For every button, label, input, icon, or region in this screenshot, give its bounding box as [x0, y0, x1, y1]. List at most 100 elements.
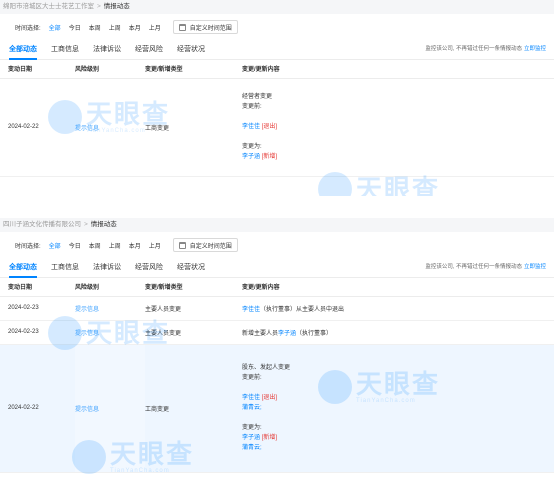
person-link[interactable]: 李子涵 — [242, 435, 260, 441]
row-date: 2024-02-23 — [0, 296, 75, 321]
monitor-link[interactable]: 立即监控 — [524, 46, 546, 52]
intel-table: 变动日期 风险级别 变更/新增类型 变更/更新内容 2024-02-22 提示信… — [0, 60, 554, 177]
tab-bar: 全部动态 工商信息 法律诉讼 经营风险 经营状况 监控该公司, 不再错过任何一条… — [0, 40, 554, 60]
breadcrumb-current: 情报动态 — [90, 221, 117, 228]
table-row: 2024-02-22 提示信息 工商变更 经营者变更 变更前: 李佳佳 [退出]… — [0, 78, 554, 177]
content-before-entry: 蒲青云; — [242, 404, 554, 412]
status-tag: [退出] — [260, 124, 278, 130]
content-before-label: 变更前: — [242, 104, 262, 110]
row-change-type: 工商变更 — [145, 78, 242, 177]
tab-litigation[interactable]: 法律诉讼 — [93, 258, 121, 277]
content-title: 股东、发起人变更 — [242, 365, 291, 371]
time-filter: 时间选择: 全部 今日 本周 上周 本月 上月 自定义时间范围 — [0, 14, 554, 40]
row-content-prefix: 新增主要人员 — [242, 330, 279, 337]
tab-bar: 全部动态 工商信息 法律诉讼 经营风险 经营状况 监控该公司, 不再错过任何一条… — [0, 258, 554, 278]
person-link[interactable]: 李子涵 — [278, 331, 296, 337]
time-filter: 时间选择: 全部 今日 本周 上周 本月 上月 自定义时间范围 — [0, 232, 554, 258]
time-option-this-month[interactable]: 本月 — [129, 23, 141, 32]
person-link[interactable]: 李子涵 — [242, 154, 260, 160]
row-risk-level: 提示信息 — [75, 320, 145, 345]
time-option-this-month[interactable]: 本月 — [129, 241, 141, 250]
content-after-entry: 李子涵 [新增] — [242, 153, 554, 161]
header-content: 变更/更新内容 — [242, 60, 554, 79]
table-row: 2024-02-23 提示信息 主要人员变更 新增主要人员李子涵（执行董事） — [0, 320, 554, 345]
header-date: 变动日期 — [0, 60, 75, 79]
time-option-last-month[interactable]: 上月 — [149, 241, 161, 250]
breadcrumb-company[interactable]: 四川子涵文化传播有限公司 — [3, 221, 81, 228]
content-after-label: 变更为: — [242, 425, 262, 431]
row-content: 股东、发起人变更 变更前: 李佳佳 [退出] 蒲青云; 变更为: 李子涵 [新增… — [242, 344, 554, 473]
row-date: 2024-02-22 — [0, 344, 75, 473]
calendar-icon — [178, 241, 186, 249]
time-filter-label: 时间选择: — [15, 243, 41, 250]
tab-all[interactable]: 全部动态 — [9, 40, 37, 60]
table-row: 2024-02-22 提示信息 工商变更 股东、发起人变更 变更前: 李佳佳 [… — [0, 344, 554, 473]
tab-all[interactable]: 全部动态 — [9, 258, 37, 278]
row-change-type: 主要人员变更 — [145, 320, 242, 345]
time-option-today[interactable]: 今日 — [69, 241, 81, 250]
row-date: 2024-02-23 — [0, 320, 75, 345]
row-content: 经营者变更 变更前: 李佳佳 [退出] 变更为: 李子涵 [新增] — [242, 78, 554, 177]
content-after-label: 变更为: — [242, 144, 262, 150]
time-filter-label: 时间选择: — [15, 25, 41, 32]
content-after-entry: 李子涵 [新增] — [242, 434, 554, 442]
time-option-last-month[interactable]: 上月 — [149, 23, 161, 32]
monitor-note: 监控该公司, 不再错过任何一条情报动态 立即监控 — [425, 40, 546, 59]
time-option-this-week[interactable]: 本周 — [89, 241, 101, 250]
table-header: 变动日期 风险级别 变更/新增类型 变更/更新内容 — [0, 60, 554, 79]
tab-operating-risk[interactable]: 经营风险 — [135, 258, 163, 277]
header-content: 变更/更新内容 — [242, 278, 554, 297]
person-link[interactable]: 李佳佳 — [242, 395, 260, 401]
row-content: 李佳佳（执行董事）从主要人员中退出 — [242, 296, 554, 321]
header-type: 变更/新增类型 — [145, 60, 242, 79]
time-option-all[interactable]: 全部 — [49, 241, 61, 250]
row-date: 2024-02-22 — [0, 78, 75, 177]
tab-business-info[interactable]: 工商信息 — [51, 258, 79, 277]
time-option-today[interactable]: 今日 — [69, 23, 81, 32]
row-risk-level: 提示信息 — [75, 344, 145, 473]
watermark-text: 天眼查 — [356, 174, 441, 196]
row-change-type: 工商变更 — [145, 344, 242, 473]
monitor-note-text: 监控该公司, 不再错过任何一条情报动态 — [425, 264, 522, 270]
tab-litigation[interactable]: 法律诉讼 — [93, 40, 121, 59]
breadcrumb-separator: > — [97, 3, 101, 10]
row-content: 新增主要人员李子涵（执行董事） — [242, 320, 554, 345]
monitor-note: 监控该公司, 不再错过任何一条情报动态 立即监控 — [425, 258, 546, 277]
custom-range-button[interactable]: 自定义时间范围 — [172, 20, 238, 34]
tab-business-info[interactable]: 工商信息 — [51, 40, 79, 59]
tab-operating-status[interactable]: 经营状况 — [177, 40, 205, 59]
row-risk-level: 提示信息 — [75, 296, 145, 321]
monitor-link[interactable]: 立即监控 — [524, 264, 546, 270]
tab-operating-status[interactable]: 经营状况 — [177, 258, 205, 277]
header-risk: 风险级别 — [75, 278, 145, 297]
custom-range-button[interactable]: 自定义时间范围 — [172, 238, 238, 252]
custom-range-label: 自定义时间范围 — [189, 25, 232, 32]
tab-operating-risk[interactable]: 经营风险 — [135, 40, 163, 59]
time-option-all[interactable]: 全部 — [49, 23, 61, 32]
person-link[interactable]: 李佳佳 — [242, 307, 260, 313]
content-before-entry: 李佳佳 [退出] — [242, 123, 554, 131]
status-tag: [退出] — [260, 395, 278, 401]
header-risk: 风险级别 — [75, 60, 145, 79]
breadcrumb-separator: > — [84, 221, 88, 228]
breadcrumb-current: 情报动态 — [103, 3, 130, 10]
time-option-last-week[interactable]: 上周 — [109, 23, 121, 32]
intel-table: 变动日期 风险级别 变更/新增类型 变更/更新内容 2024-02-23 提示信… — [0, 278, 554, 473]
table-row: 2024-02-23 提示信息 主要人员变更 李佳佳（执行董事）从主要人员中退出 — [0, 296, 554, 321]
person-link[interactable]: 李佳佳 — [242, 124, 260, 130]
breadcrumb: 四川子涵文化传播有限公司 > 情报动态 — [0, 218, 554, 232]
status-tag: [新增] — [260, 435, 278, 441]
breadcrumb-company[interactable]: 绵阳市涪城区大士士花艺工作室 — [3, 3, 94, 10]
content-title: 经营者变更 — [242, 94, 273, 100]
row-change-type: 主要人员变更 — [145, 296, 242, 321]
person-link[interactable]: 蒲青云; — [242, 445, 262, 451]
time-option-last-week[interactable]: 上周 — [109, 241, 121, 250]
person-link[interactable]: 蒲青云; — [242, 405, 262, 411]
monitor-note-text: 监控该公司, 不再错过任何一条情报动态 — [425, 46, 522, 52]
status-tag: [新增] — [260, 154, 278, 160]
content-after-entry: 蒲青云; — [242, 444, 554, 452]
row-content-text: （执行董事） — [296, 330, 333, 337]
breadcrumb: 绵阳市涪城区大士士花艺工作室 > 情报动态 — [0, 0, 554, 14]
calendar-icon — [178, 23, 186, 31]
time-option-this-week[interactable]: 本周 — [89, 23, 101, 32]
